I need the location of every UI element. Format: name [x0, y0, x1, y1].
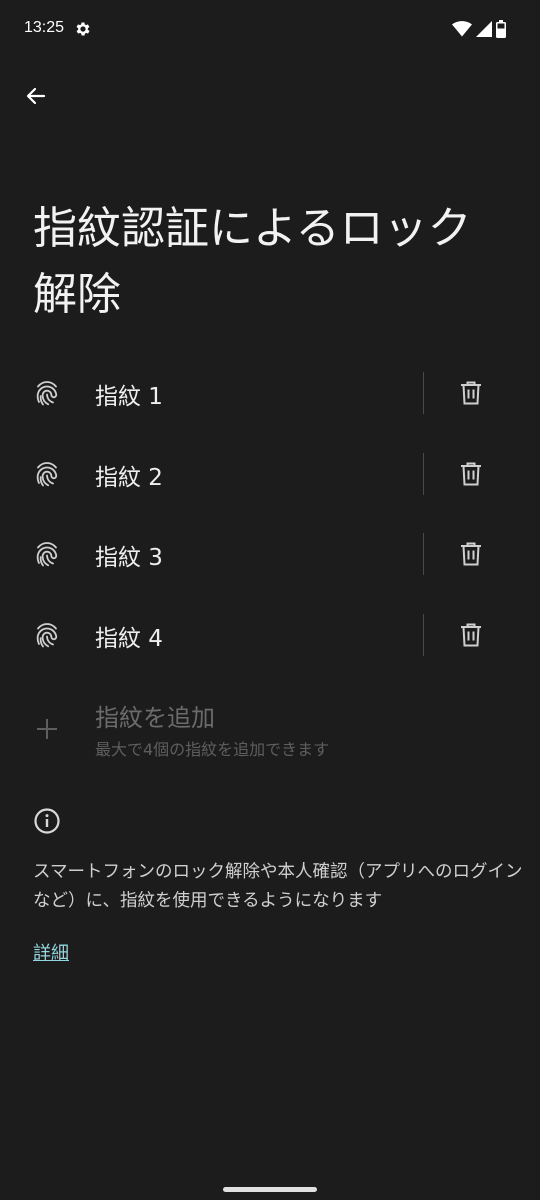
fingerprint-icon: [36, 381, 58, 406]
divider: [423, 613, 424, 656]
fingerprint-item[interactable]: 指紋 1: [0, 353, 540, 434]
delete-fingerprint-button[interactable]: [448, 612, 494, 658]
battery-icon: [496, 20, 506, 38]
fingerprint-item[interactable]: 指紋 3: [0, 514, 540, 595]
plus-icon: [37, 719, 57, 739]
fingerprint-label: 指紋 2: [95, 464, 163, 491]
add-fingerprint-item[interactable]: 指紋を追加 最大で4個の指紋を追加できます: [0, 684, 540, 774]
info-description: スマートフォンのロック解除や本人確認（アプリへのログインなど）に、指紋を使用でき…: [33, 862, 523, 911]
fingerprint-label: 指紋 3: [95, 545, 163, 571]
divider: [423, 372, 424, 414]
fingerprint-list: 指紋 1 指紋 2 指紋 3 指紋 4: [0, 353, 540, 675]
trash-icon: [461, 623, 481, 646]
gear-icon: [76, 22, 90, 36]
delete-fingerprint-button[interactable]: [448, 451, 494, 497]
status-time: 13:25: [24, 19, 65, 36]
info-icon: [34, 808, 60, 834]
fingerprint-label: 指紋 4: [95, 625, 163, 652]
add-fingerprint-title: 指紋を追加: [95, 704, 215, 732]
trash-icon: [461, 542, 481, 566]
navigation-handle[interactable]: [223, 1187, 317, 1192]
fingerprint-label: 指紋 1: [95, 384, 163, 410]
delete-fingerprint-button[interactable]: [448, 370, 494, 416]
arrow-back-icon: [26, 87, 46, 105]
fingerprint-item[interactable]: 指紋 2: [0, 434, 540, 515]
fingerprint-icon: [36, 622, 58, 647]
trash-icon: [461, 462, 481, 485]
divider: [423, 533, 424, 575]
page-title: 指紋認証によるロック解除: [33, 203, 472, 320]
wifi-icon: [452, 21, 472, 37]
trash-icon: [461, 381, 481, 405]
status-icons: [452, 20, 506, 38]
back-button[interactable]: [14, 74, 58, 118]
learn-more-link[interactable]: 詳細: [33, 939, 69, 965]
add-fingerprint-subtitle: 最大で4個の指紋を追加できます: [95, 740, 330, 759]
fingerprint-icon: [36, 461, 58, 486]
divider: [423, 452, 424, 495]
status-bar: 13:25: [0, 0, 540, 60]
signal-icon: [476, 21, 492, 37]
delete-fingerprint-button[interactable]: [448, 531, 494, 577]
fingerprint-item[interactable]: 指紋 4: [0, 595, 540, 676]
fingerprint-icon: [36, 542, 58, 567]
